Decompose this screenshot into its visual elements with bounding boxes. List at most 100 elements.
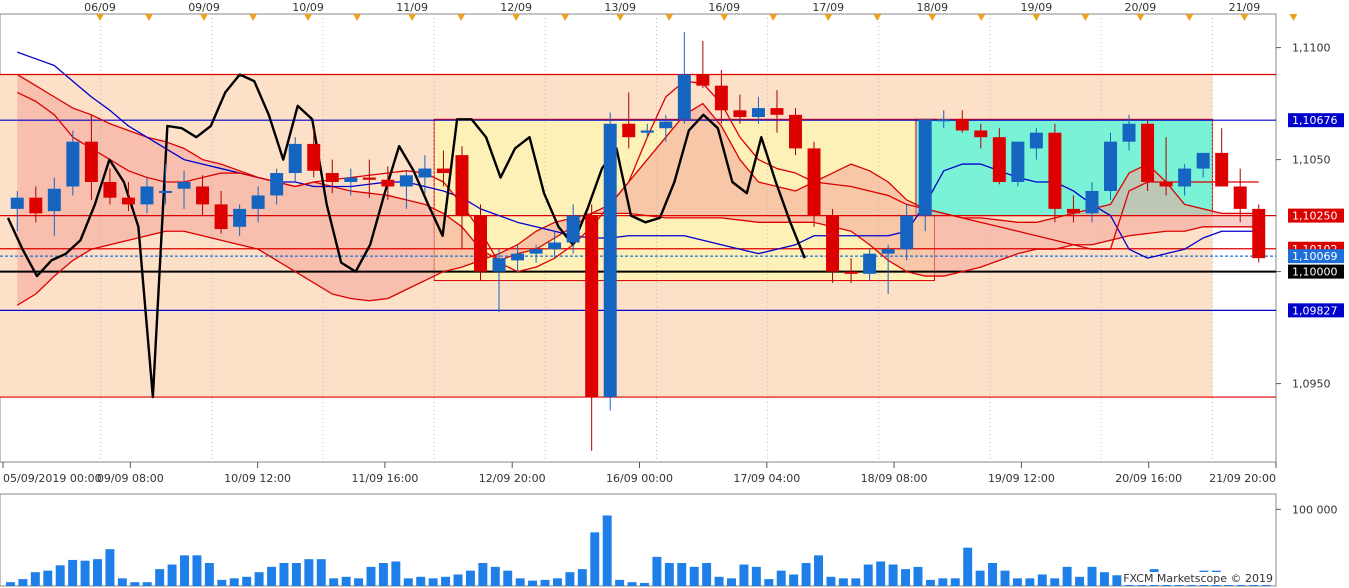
top-date-label-7: 17/09 bbox=[812, 1, 844, 14]
top-date-label-5: 13/09 bbox=[604, 1, 636, 14]
volume-bar-43 bbox=[540, 579, 550, 586]
volume-bar-18 bbox=[229, 578, 239, 586]
candle-body-0 bbox=[10, 197, 24, 209]
volume-bar-2 bbox=[30, 572, 40, 586]
volume-bar-10 bbox=[130, 582, 140, 586]
volume-bar-79 bbox=[988, 563, 998, 586]
candle-body-1 bbox=[29, 197, 43, 214]
volume-bar-78 bbox=[975, 570, 985, 586]
candle-body-27 bbox=[511, 253, 525, 261]
candle-body-31 bbox=[585, 215, 599, 398]
candle-body-53 bbox=[992, 137, 1006, 182]
volume-bar-58 bbox=[727, 578, 736, 586]
candle-body-44 bbox=[826, 215, 840, 272]
volume-bar-32 bbox=[403, 578, 413, 586]
volume-bar-61 bbox=[764, 579, 774, 586]
volume-bar-62 bbox=[776, 570, 786, 586]
candle-body-20 bbox=[381, 179, 395, 187]
candle-body-36 bbox=[677, 74, 691, 120]
candle-body-29 bbox=[548, 242, 562, 250]
time-tick-label-6: 17/09 04:00 bbox=[733, 472, 800, 485]
candle-body-57 bbox=[1066, 208, 1080, 214]
volume-bar-1 bbox=[18, 579, 28, 586]
volume-bar-69 bbox=[863, 564, 873, 586]
candle-body-23 bbox=[436, 168, 450, 174]
candle-body-14 bbox=[270, 173, 284, 196]
volume-bar-22 bbox=[279, 563, 289, 586]
candle-body-11 bbox=[214, 204, 228, 230]
time-tick-label-4: 12/09 20:00 bbox=[479, 472, 546, 485]
volume-bar-49 bbox=[615, 579, 625, 586]
candle-body-28 bbox=[529, 249, 543, 254]
candle-body-7 bbox=[140, 186, 154, 205]
volume-bar-74 bbox=[925, 579, 935, 586]
candle-body-49 bbox=[918, 119, 932, 216]
candle-body-45 bbox=[844, 271, 858, 274]
volume-bar-52 bbox=[652, 556, 662, 586]
candle-body-24 bbox=[455, 155, 469, 216]
volume-bar-67 bbox=[838, 578, 848, 586]
volume-bar-35 bbox=[441, 576, 451, 586]
candle-body-41 bbox=[770, 108, 784, 115]
candle-body-9 bbox=[177, 182, 191, 189]
volume-bar-63 bbox=[789, 574, 799, 586]
volume-bar-11 bbox=[142, 582, 152, 586]
volume-bar-24 bbox=[304, 559, 314, 586]
volume-bar-6 bbox=[80, 560, 90, 586]
volume-bar-80 bbox=[1000, 570, 1010, 586]
volume-bar-20 bbox=[254, 572, 264, 586]
volume-bar-77 bbox=[963, 547, 973, 586]
volume-bar-8 bbox=[105, 549, 115, 586]
volume-bar-64 bbox=[801, 563, 811, 586]
volume-bar-82 bbox=[1025, 578, 1035, 586]
volume-bar-59 bbox=[739, 564, 749, 586]
candle-body-59 bbox=[1104, 141, 1117, 191]
volume-bar-83 bbox=[1037, 574, 1047, 586]
volume-bar-13 bbox=[167, 564, 177, 586]
price-tag-label-3: 1,10069 bbox=[1292, 250, 1338, 263]
volume-bar-60 bbox=[751, 566, 761, 586]
price-tick-label-0: 1,0950 bbox=[1292, 378, 1331, 391]
volume-bar-23 bbox=[291, 563, 301, 586]
candle-body-58 bbox=[1085, 190, 1099, 214]
candle-body-50 bbox=[937, 119, 951, 122]
volume-panel-frame bbox=[0, 493, 1277, 587]
volume-tick-label-0: 100 000 bbox=[1292, 503, 1338, 516]
time-tick-label-8: 19/09 12:00 bbox=[988, 472, 1055, 485]
candle-body-15 bbox=[288, 143, 302, 174]
volume-bar-89 bbox=[1112, 575, 1122, 586]
candle-body-16 bbox=[307, 143, 321, 171]
volume-bar-53 bbox=[664, 563, 674, 586]
candle-body-35 bbox=[659, 121, 673, 129]
time-tick-label-5: 16/09 00:00 bbox=[606, 472, 673, 485]
candle-body-46 bbox=[863, 253, 877, 274]
top-date-label-2: 10/09 bbox=[292, 1, 324, 14]
candle-body-8 bbox=[159, 190, 172, 193]
volume-bar-25 bbox=[316, 559, 326, 586]
volume-bar-19 bbox=[242, 576, 252, 586]
volume-bar-31 bbox=[391, 561, 401, 586]
top-date-label-6: 16/09 bbox=[708, 1, 740, 14]
candle-body-37 bbox=[696, 74, 710, 86]
candle-body-48 bbox=[900, 215, 914, 250]
volume-bar-66 bbox=[826, 576, 836, 586]
volume-bar-51 bbox=[640, 582, 649, 586]
candle-body-64 bbox=[1196, 152, 1210, 169]
time-tick-label-3: 11/09 16:00 bbox=[351, 472, 418, 485]
candle-body-25 bbox=[474, 215, 487, 272]
candle-body-40 bbox=[751, 108, 765, 118]
volume-bar-56 bbox=[702, 563, 712, 586]
candle-body-55 bbox=[1029, 132, 1043, 149]
time-tick-label-1: 09/09 08:00 bbox=[97, 472, 164, 485]
volume-bar-76 bbox=[950, 578, 960, 586]
volume-bar-41 bbox=[515, 578, 525, 586]
candle-body-2 bbox=[47, 188, 61, 212]
volume-bar-7 bbox=[93, 559, 102, 586]
candle-body-43 bbox=[807, 148, 821, 216]
volume-bar-48 bbox=[602, 515, 612, 586]
candle-body-6 bbox=[121, 197, 135, 205]
volume-bar-26 bbox=[329, 578, 339, 586]
candle-body-33 bbox=[622, 123, 636, 138]
price-tag-label-1: 1,10250 bbox=[1292, 210, 1338, 223]
candle-body-13 bbox=[251, 195, 265, 209]
